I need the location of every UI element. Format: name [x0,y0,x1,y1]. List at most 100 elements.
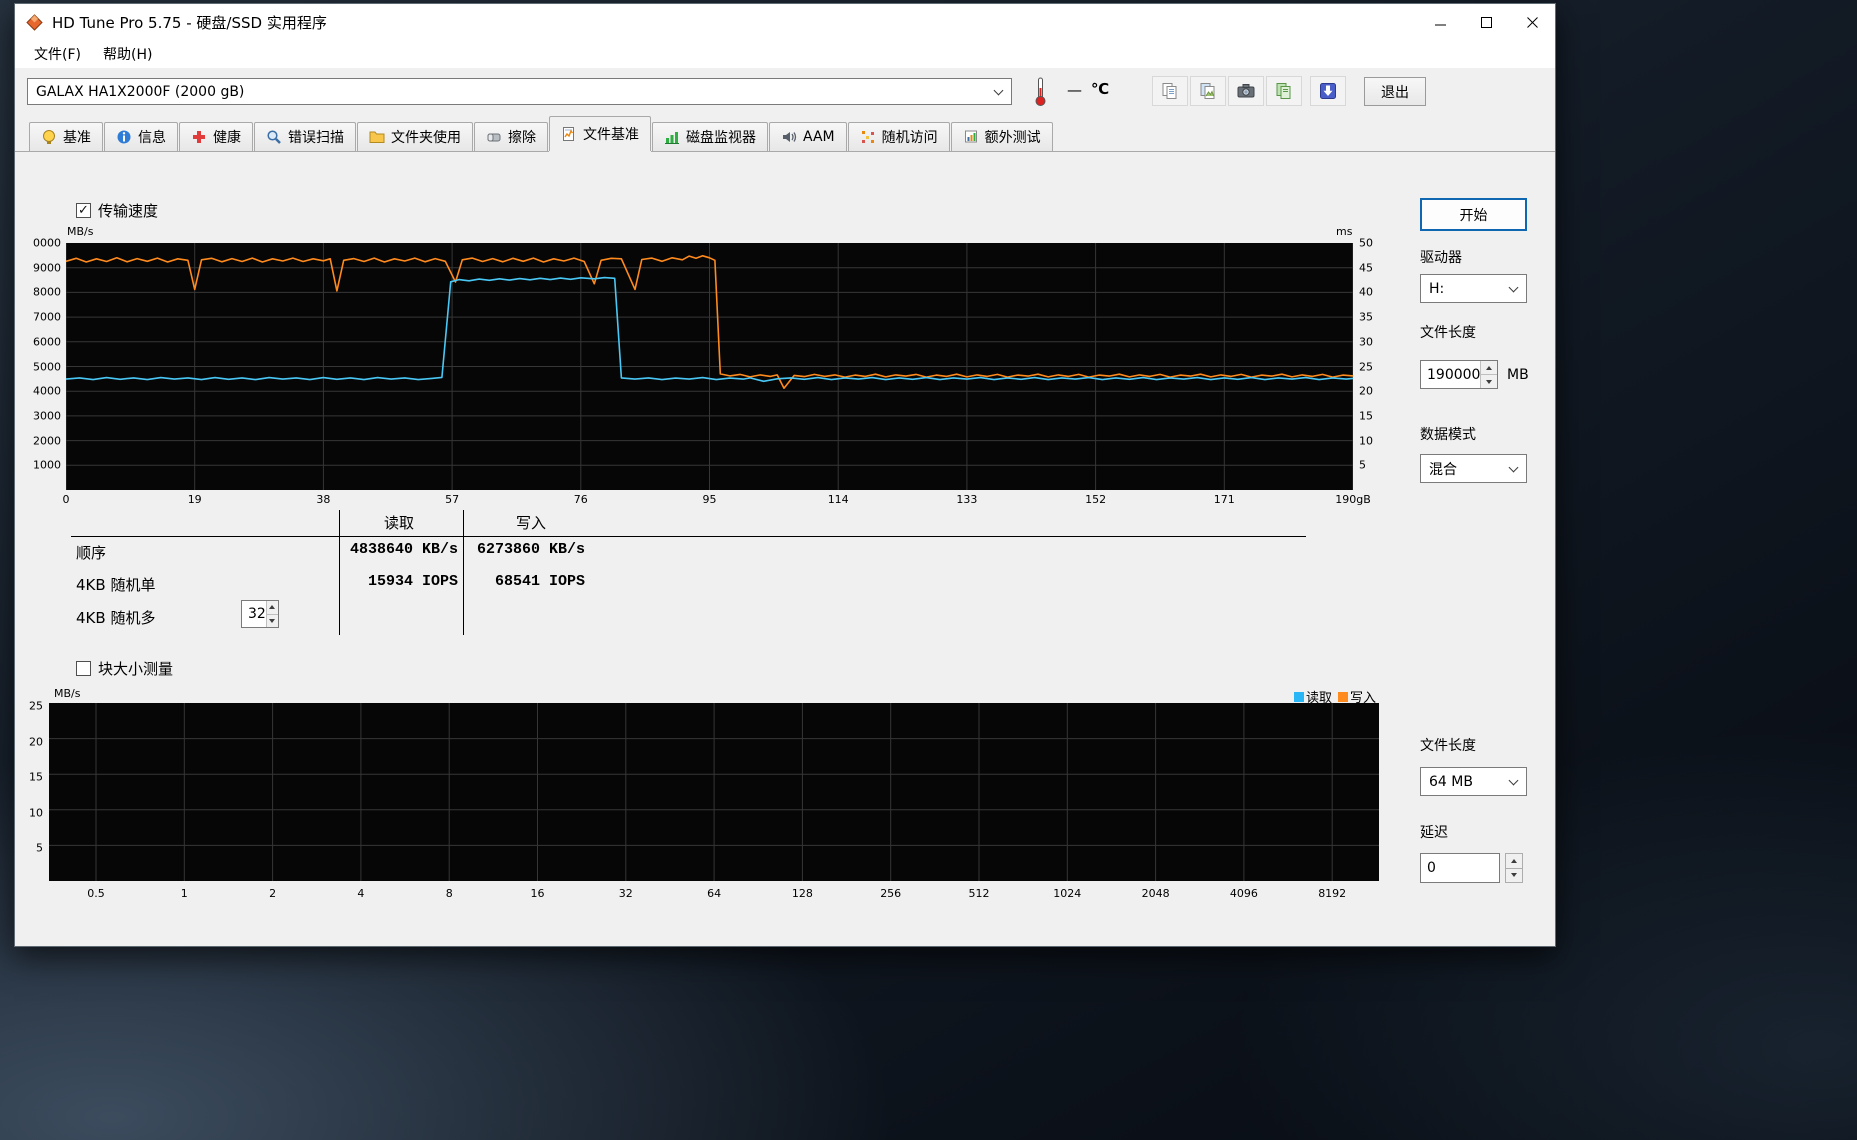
stepper-arrows [265,601,278,627]
data-mode-label: 数据模式 [1420,427,1476,443]
spin-up-button[interactable] [1506,854,1522,869]
speaker-icon [781,129,797,145]
results-divider [463,510,464,635]
tab-random-access[interactable]: 随机访问 [847,122,950,151]
file-length-value: 190000 [1427,366,1481,383]
window-controls [1417,4,1555,40]
info-icon [116,129,132,145]
exit-button[interactable]: 退出 [1364,77,1426,106]
tab-label: 擦除 [508,130,536,146]
checkbox-box: ✓ [76,203,91,218]
minimize-button[interactable] [1417,4,1463,40]
row-label-4kb-random-multi: 4KB 随机多 [76,609,156,627]
device-select-combobox[interactable]: GALAX HA1X2000F (2000 gB) [27,78,1012,105]
tab-label: 额外测试 [984,130,1041,146]
read-legend-swatch [1294,691,1304,702]
tab-label: 磁盘监视器 [686,130,756,146]
tab-disk-monitor[interactable]: 磁盘监视器 [652,122,768,151]
folder-icon [369,129,385,145]
data-mode-combobox[interactable]: 混合 [1420,454,1527,483]
data-mode-value: 混合 [1429,461,1457,478]
chevron-down-icon [1508,775,1519,786]
drive-value: H: [1429,280,1445,297]
update-download-button[interactable] [1310,76,1346,106]
file-length-input[interactable]: 190000 [1420,360,1498,389]
tab-extra-tests[interactable]: 额外测试 [950,122,1053,151]
transfer-speed-checkbox[interactable]: ✓ 传输速度 [76,200,158,221]
write-legend-swatch [1338,691,1349,702]
export-button[interactable] [1266,76,1302,106]
desktop: HD Tune Pro 5.75 - 硬盘/SSD 实用程序 文件(F) 帮助(… [0,0,1857,1140]
tab-label: 随机访问 [881,130,938,146]
menu-file[interactable]: 文件(F) [23,41,92,67]
tab-health[interactable]: 健康 [179,122,253,151]
y-axis-ticks: 25 20 15 10 5 [29,699,43,855]
menubar: 文件(F) 帮助(H) [15,40,1555,68]
eraser-icon [486,129,502,145]
close-button[interactable] [1509,4,1555,40]
results-write-header: 写入 [516,514,547,532]
y-axis-left-ticks: 0000 9000 8000 7000 6000 5000 4000 3000 2000 1000 [33,236,61,472]
tab-erase[interactable]: 擦除 [474,122,548,151]
x-axis-ticks: 0 19 38 57 76 95 114 133 152 171 190gB [62,493,1371,506]
x-axis-ticks: 0.5 1 2 4 8 16 32 64 128 256 512 1024 2048 4096 8192 [87,887,1347,900]
block-file-length-label: 文件长度 [1420,738,1476,754]
file-benchmark-icon [561,126,577,142]
spin-down-button[interactable] [1506,869,1522,883]
block-file-length-combobox[interactable]: 64 MB [1420,767,1527,796]
menu-help[interactable]: 帮助(H) [92,41,163,67]
tab-aam[interactable]: AAM [769,122,847,151]
latency-stepper[interactable] [1505,853,1523,883]
drive-combobox[interactable]: H: [1420,274,1527,303]
window-title: HD Tune Pro 5.75 - 硬盘/SSD 实用程序 [52,13,327,32]
tab-label: 错误扫描 [288,130,344,146]
random-single-read-value: 15934 IOPS [367,573,458,590]
magnifier-icon [266,129,282,145]
tab-info[interactable]: 信息 [104,122,178,151]
copy-text-button[interactable] [1152,76,1188,106]
y-axis-unit: MB/s [54,687,81,700]
drive-label: 驱动器 [1420,250,1462,266]
row-label-sequential: 顺序 [76,544,107,562]
tab-folder-usage[interactable]: 文件夹使用 [357,122,473,151]
tab-label: 基准 [63,130,91,146]
transfer-speed-chart [66,243,1353,490]
spin-up-button[interactable] [1481,361,1497,375]
block-file-length-value: 64 MB [1429,773,1473,790]
start-button[interactable]: 开始 [1420,198,1527,231]
stepper-arrows [1480,361,1497,388]
temperature-unit: ℃ [1091,80,1110,98]
block-size-checkbox[interactable]: 块大小测量 [76,658,173,679]
tab-benchmark[interactable]: 基准 [29,122,103,151]
tab-label: 信息 [138,130,166,146]
copy-image-button[interactable] [1190,76,1226,106]
spin-down-button[interactable] [266,614,278,627]
temperature-value: — [1067,81,1082,99]
screenshot-button[interactable] [1228,76,1264,106]
tab-error-scan[interactable]: 错误扫描 [254,122,356,151]
tab-label: 文件夹使用 [391,130,461,146]
titlebar: HD Tune Pro 5.75 - 硬盘/SSD 实用程序 [15,4,1555,40]
tab-label: AAM [803,129,835,145]
sequential-write-value: 6273860 KB/s [476,541,585,558]
spin-down-button[interactable] [1481,375,1497,388]
tab-label: 文件基准 [583,127,639,143]
latency-input[interactable]: 0 [1420,853,1500,883]
file-length-unit: MB [1507,367,1529,383]
bar-chart-icon [664,129,680,145]
mini-chart-icon [963,129,979,145]
chevron-down-icon [1508,462,1519,473]
file-benchmark-panel: ✓ 传输速度 MB/s ms 0000 9000 8000 7000 6000 5000 4… [15,151,1555,946]
tab-file-benchmark[interactable]: 文件基准 [549,116,651,151]
maximize-button[interactable] [1463,4,1509,40]
queue-depth-value: 32 [248,606,266,622]
spin-up-button[interactable] [266,601,278,615]
queue-depth-stepper[interactable]: 32 [241,600,279,628]
checkbox-label: 块大小测量 [98,660,174,678]
temperature-icon [1033,76,1048,111]
latency-label: 延迟 [1420,825,1448,841]
app-window: HD Tune Pro 5.75 - 硬盘/SSD 实用程序 文件(F) 帮助(… [14,3,1556,947]
benchmark-icon [41,129,57,145]
sequential-read-value: 4838640 KB/s [349,541,458,558]
health-icon [191,129,207,145]
